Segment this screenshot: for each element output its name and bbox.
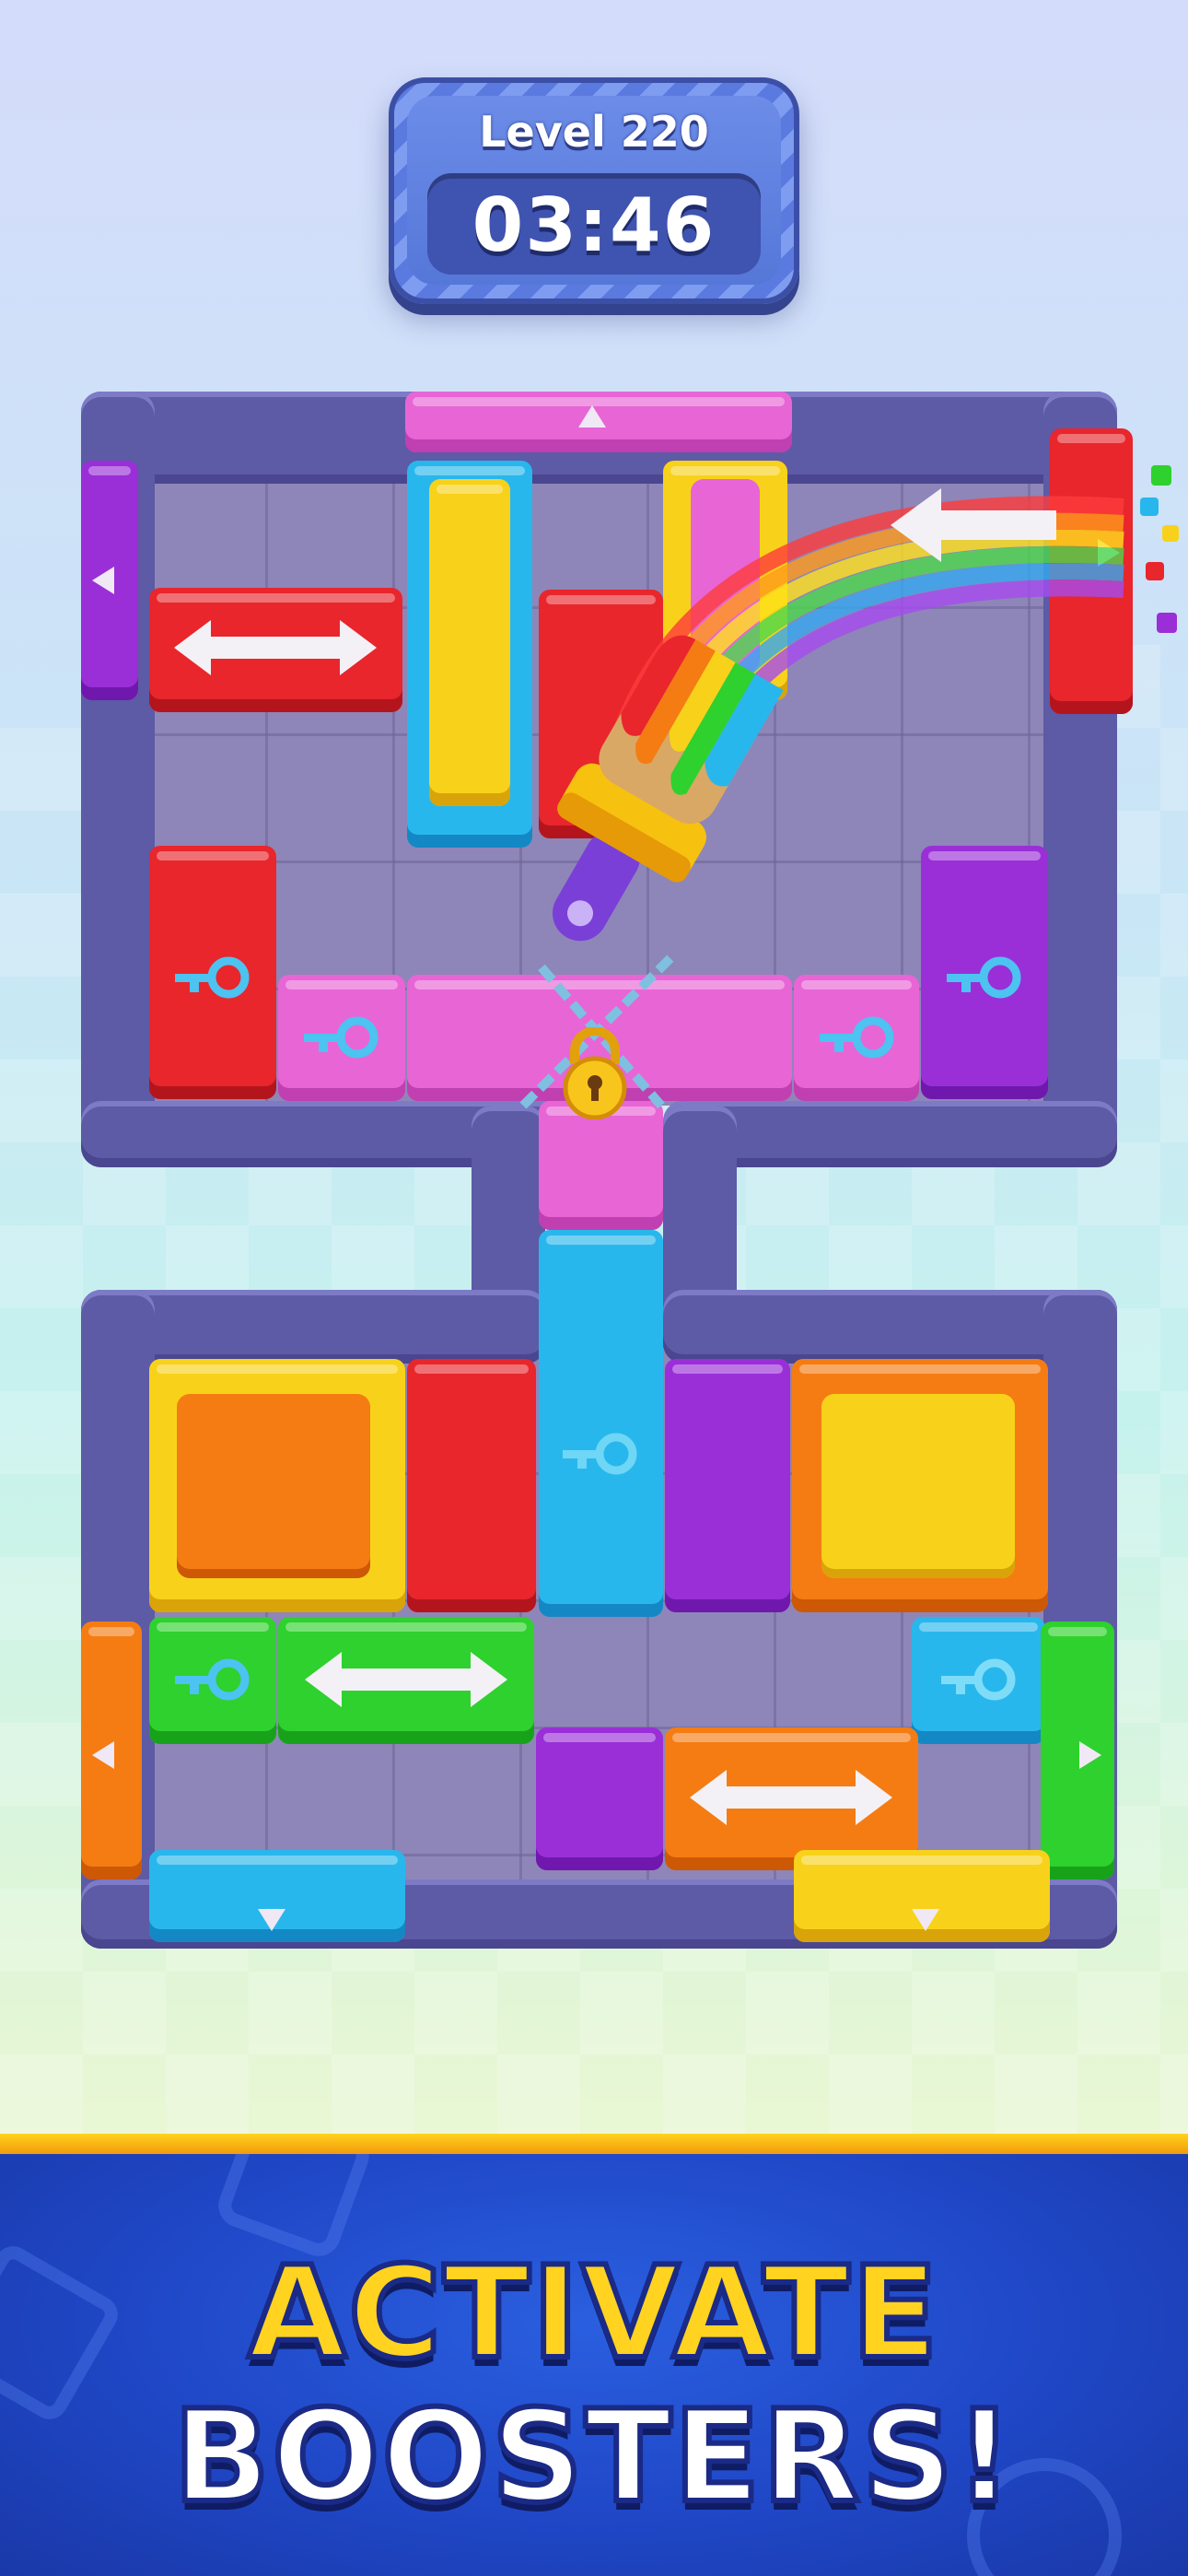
block-yellow-big[interactable] xyxy=(149,1359,405,1612)
key-icon xyxy=(304,1016,379,1059)
double-arrow-icon xyxy=(690,1770,892,1825)
confetti-particle xyxy=(1151,465,1171,486)
key-icon xyxy=(175,956,250,999)
key-icon xyxy=(175,1658,250,1701)
block-purple-lower[interactable] xyxy=(665,1359,790,1612)
padlock-icon xyxy=(563,1027,627,1119)
block-purple-key-right[interactable] xyxy=(921,846,1048,1099)
gate-arrow-left-icon xyxy=(92,567,114,594)
block-pink-key-left[interactable] xyxy=(278,975,405,1101)
block-blue-key-lower[interactable] xyxy=(912,1617,1045,1744)
block-pink-corridor[interactable] xyxy=(539,1101,663,1230)
game-board xyxy=(0,0,1188,2027)
confetti-particle xyxy=(1146,562,1164,580)
confetti-particle xyxy=(1140,498,1159,516)
block-green-horizontal[interactable] xyxy=(278,1617,534,1744)
banner-headline-line1: ACTIVATE xyxy=(245,2236,940,2390)
block-red-lower[interactable] xyxy=(407,1359,536,1612)
double-arrow-icon xyxy=(305,1652,507,1707)
key-icon xyxy=(947,956,1021,999)
double-arrow-icon xyxy=(174,620,377,675)
gate-arrow-left-icon xyxy=(92,1741,114,1769)
arrow-left-icon xyxy=(891,488,1056,562)
confetti-particle xyxy=(1162,525,1179,542)
block-blue-key-corridor[interactable] xyxy=(539,1230,663,1617)
block-orange-big[interactable] xyxy=(792,1359,1048,1612)
block-orange-inner xyxy=(177,1394,370,1578)
paintbrush-icon[interactable] xyxy=(479,608,810,995)
block-green-key[interactable] xyxy=(149,1617,276,1744)
banner-stripe xyxy=(0,2134,1188,2154)
banner-headline-line2: BOOSTERS! xyxy=(170,2380,1016,2534)
gate-arrow-down-icon xyxy=(912,1909,939,1931)
confetti-particle xyxy=(1157,613,1177,633)
block-red-horizontal[interactable] xyxy=(149,588,402,712)
block-pink-key-right[interactable] xyxy=(794,975,919,1101)
block-red-key-left[interactable] xyxy=(149,846,276,1099)
key-icon xyxy=(941,1658,1016,1701)
exit-gate-right-green xyxy=(1041,1622,1114,1879)
block-purple-small[interactable] xyxy=(536,1727,663,1870)
key-icon xyxy=(563,1433,637,1475)
gate-arrow-down-icon xyxy=(258,1909,285,1931)
block-orange-horizontal[interactable] xyxy=(665,1727,918,1870)
block-yellow-inner-square xyxy=(821,1394,1015,1578)
gate-arrow-right-icon xyxy=(1079,1741,1101,1769)
key-icon xyxy=(820,1016,894,1059)
